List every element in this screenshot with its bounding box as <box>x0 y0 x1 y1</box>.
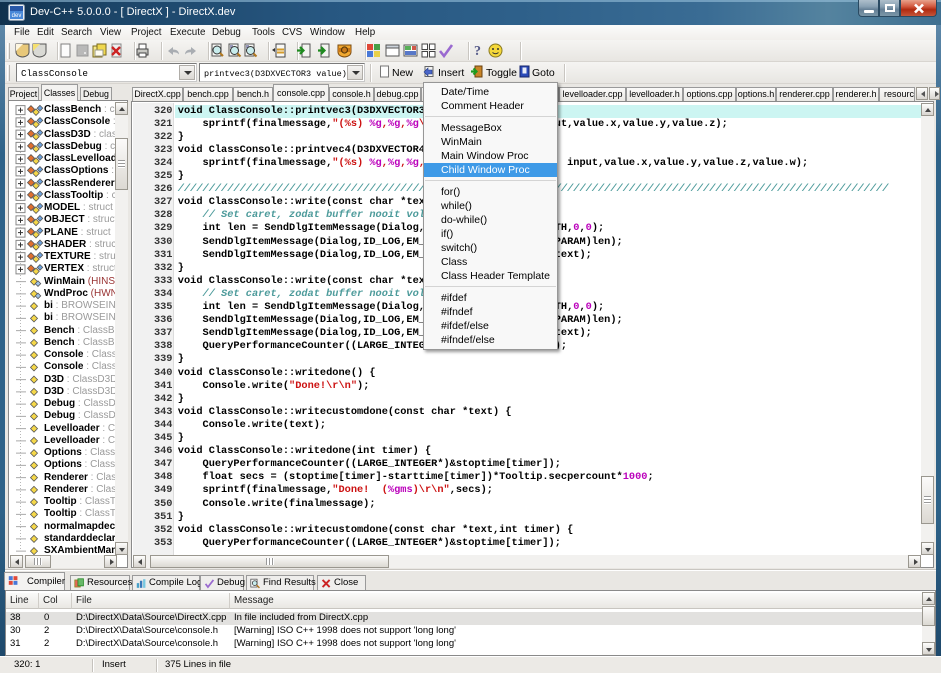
svg-text:dev: dev <box>12 13 22 19</box>
svg-text:?: ? <box>474 44 481 59</box>
